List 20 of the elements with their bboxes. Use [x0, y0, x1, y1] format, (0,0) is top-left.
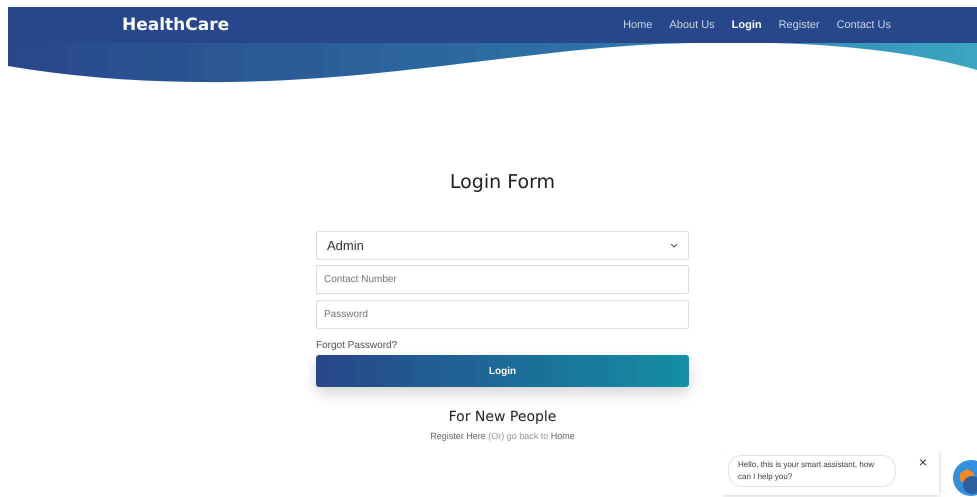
close-button[interactable]: ×: [914, 455, 931, 469]
nav-link[interactable]: Contact Us: [836, 19, 891, 31]
password-field[interactable]: Password: [316, 300, 689, 329]
forgot-password-link[interactable]: Forgot Password?: [316, 340, 398, 351]
register-link[interactable]: Register Here: [430, 431, 486, 441]
nav-link[interactable]: Register: [778, 19, 820, 31]
form-title: Login Form: [448, 171, 556, 193]
nav-link[interactable]: Login: [732, 19, 762, 31]
nav-link[interactable]: Home: [623, 19, 652, 31]
home-link[interactable]: Home: [550, 431, 575, 441]
new-people-heading: For New People: [448, 409, 558, 425]
login-button[interactable]: Login: [316, 355, 689, 387]
assistant-message: Hello, this is your smart assistant, how can I help you?: [728, 455, 896, 487]
assistant-avatar-icon[interactable]: [952, 459, 977, 497]
chevron-down-icon: [670, 243, 678, 248]
nav-link[interactable]: About Us: [669, 19, 715, 31]
contact-number-field[interactable]: Contact Number: [316, 265, 689, 294]
brand-logo[interactable]: HealthCare: [122, 15, 230, 35]
register-sentence: Register Here (Or) go back to Home: [429, 431, 576, 441]
role-select[interactable]: Admin: [316, 231, 689, 260]
